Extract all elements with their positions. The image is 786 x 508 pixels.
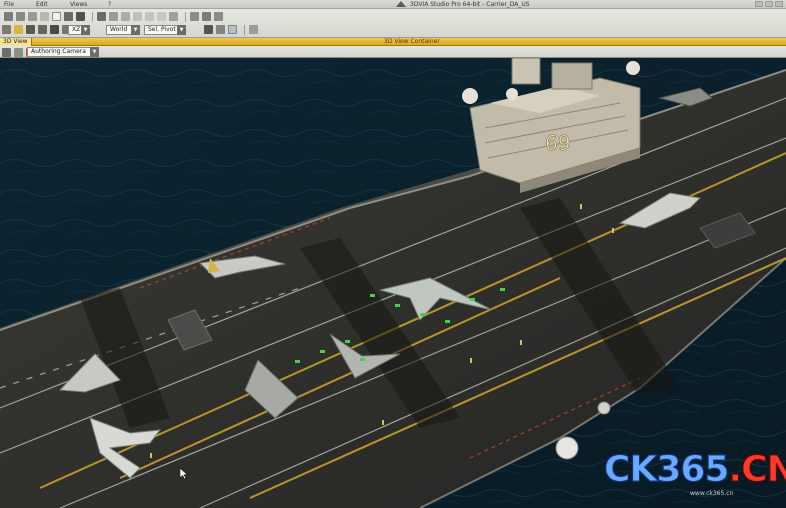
view-header: 3D View 3D View Container (0, 38, 786, 46)
toolbar-separator (185, 11, 186, 22)
window-controls (755, 1, 783, 7)
watermark-dot: . (728, 449, 743, 490)
scale-tool-icon[interactable] (38, 25, 47, 34)
delete-icon[interactable] (169, 12, 178, 21)
stop-icon[interactable] (28, 12, 37, 21)
camera-combo[interactable]: Authoring Camera ▼ (27, 47, 99, 57)
menu-views[interactable]: Views (70, 0, 87, 9)
shaded-icon[interactable] (216, 25, 225, 34)
chevron-down-icon[interactable]: ▼ (90, 47, 99, 57)
app-logo-icon (396, 1, 406, 7)
view-toolbar: Authoring Camera ▼ (0, 46, 786, 58)
rotate-tool-icon[interactable] (26, 25, 35, 34)
menu-edit[interactable]: Edit (36, 0, 48, 9)
watermark-logo: CK365.CN (603, 449, 786, 490)
chevron-down-icon[interactable]: ▼ (81, 25, 90, 35)
camera-icon[interactable] (2, 47, 11, 57)
pivot-combo[interactable]: Sel. Pivot ▼ (144, 25, 186, 35)
camera-combo-value: Authoring Camera (31, 48, 86, 55)
copy-icon[interactable] (145, 12, 154, 21)
zoom-icon[interactable] (14, 47, 23, 57)
space-combo-value: World (110, 26, 128, 33)
menu-help[interactable]: ? (108, 0, 111, 9)
pivot-combo-value: Sel. Pivot (148, 26, 176, 33)
mouse-cursor-icon (180, 468, 188, 479)
cut-icon[interactable] (133, 12, 142, 21)
pause-icon[interactable] (4, 12, 13, 21)
main-toolbar: XZ ▼ World ▼ Sel. Pivot ▼ (0, 9, 786, 38)
chevron-down-icon[interactable]: ▼ (131, 25, 140, 35)
menu-file[interactable]: File (4, 0, 14, 9)
textured-icon[interactable] (228, 25, 237, 34)
select-tool-icon[interactable] (2, 25, 11, 34)
paste-icon[interactable] (157, 12, 166, 21)
minimize-button[interactable] (755, 1, 763, 7)
toolbar-separator (244, 24, 245, 35)
axis-combo-value: XZ (72, 26, 81, 33)
title-bar: File Edit Views ? 3DVIA Studio Pro 64-bi… (0, 0, 786, 9)
view-container-title: 3D View Container (384, 38, 440, 45)
close-button[interactable] (775, 1, 783, 7)
pin-icon[interactable] (190, 12, 199, 21)
toolbar-separator (92, 11, 93, 22)
space-combo[interactable]: World ▼ (106, 25, 140, 35)
grid-icon[interactable] (249, 25, 258, 34)
watermark-brand-right: CN (741, 449, 786, 490)
settings-icon[interactable] (40, 12, 49, 21)
watermark-brand-left: CK365 (603, 449, 729, 490)
new-file-icon[interactable] (52, 12, 61, 21)
undo-icon[interactable] (97, 12, 106, 21)
watermark-url: www.ck365.cn (690, 490, 734, 497)
save-icon[interactable] (64, 12, 73, 21)
lock-icon[interactable] (202, 12, 211, 21)
snap-icon[interactable] (50, 25, 59, 34)
tab-3d-view[interactable]: 3D View (0, 38, 32, 46)
link-icon[interactable] (214, 12, 223, 21)
move-tool-icon[interactable] (14, 25, 23, 34)
scene-render: 69 (0, 58, 786, 508)
window-title: 3DVIA Studio Pro 64-bit - Carrier_DA_US (410, 1, 530, 8)
save-all-icon[interactable] (76, 12, 85, 21)
refresh-icon[interactable] (121, 12, 130, 21)
maximize-button[interactable] (765, 1, 773, 7)
hull-number: 69 (545, 131, 570, 155)
axis-combo[interactable]: XZ ▼ (68, 25, 90, 35)
step-back-icon[interactable] (16, 12, 25, 21)
chevron-down-icon[interactable]: ▼ (177, 25, 186, 35)
redo-icon[interactable] (109, 12, 118, 21)
3d-viewport[interactable]: 69 (0, 58, 786, 508)
wireframe-icon[interactable] (204, 25, 213, 34)
